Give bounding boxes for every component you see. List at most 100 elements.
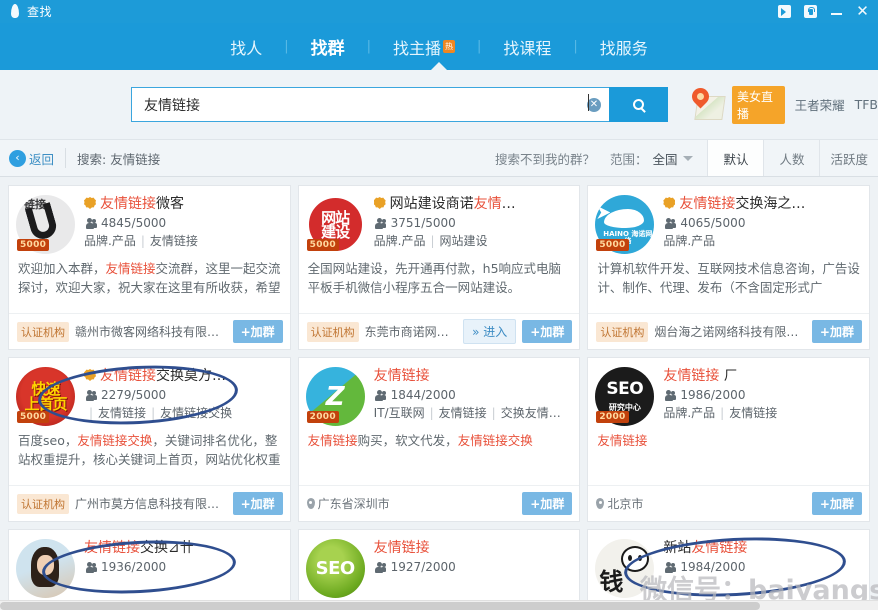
- group-title[interactable]: 友情链接交换莫方…: [84, 367, 282, 385]
- search-button[interactable]: [609, 87, 668, 122]
- member-count-value: 1984/2000: [680, 559, 745, 576]
- people-icon: [374, 562, 386, 573]
- join-group-button[interactable]: +加群: [812, 492, 862, 515]
- group-result-card[interactable]: HAINO 海诺网络 5000 友情链接交换海之… 4065/5000 品牌.产…: [587, 185, 870, 350]
- verified-icon: [84, 197, 96, 209]
- promo-tag-live[interactable]: 美女直播: [732, 86, 785, 124]
- group-title[interactable]: 友情链接交换海之…: [663, 195, 861, 213]
- nav-item-find-people[interactable]: 找人: [208, 35, 284, 59]
- tag: 网站建设: [440, 234, 488, 248]
- minimize-button[interactable]: [830, 5, 843, 18]
- member-count: 4065/5000: [663, 215, 861, 232]
- member-count-value: 1927/2000: [391, 559, 456, 576]
- tag: 友情链接: [439, 406, 487, 420]
- main-nav: 找人 | 找群 | 找主播热 | 找课程 | 找服务: [0, 23, 878, 70]
- title-highlight: 友情链接: [691, 540, 747, 556]
- scope-value[interactable]: 全国: [652, 149, 677, 168]
- group-title[interactable]: 友情链接: [374, 539, 572, 557]
- title-highlight: 友情链接: [374, 540, 430, 556]
- group-tags: 品牌.产品|友情链接: [84, 232, 282, 250]
- lock-icon[interactable]: [804, 5, 817, 18]
- group-tags: 品牌.产品: [663, 232, 861, 250]
- enter-group-button[interactable]: » 进入: [463, 319, 516, 344]
- group-result-card[interactable]: SEO 友情链接 1927/2000: [298, 529, 581, 610]
- avatar-wrap: SEO: [306, 539, 372, 598]
- clear-icon[interactable]: ✕: [587, 98, 601, 112]
- promo-link-0[interactable]: 王者荣耀: [795, 95, 845, 114]
- avatar-wrap: 钱: [595, 539, 661, 598]
- avatar-wrap: Z网络 2000: [306, 367, 372, 426]
- close-button[interactable]: ✕: [856, 5, 869, 18]
- back-label: 返回: [29, 149, 54, 168]
- map-pin-icon[interactable]: [690, 88, 722, 122]
- member-count: 2279/5000: [84, 387, 282, 404]
- group-location: 广东省深圳市: [307, 495, 517, 512]
- promo-link-1[interactable]: TFB: [855, 97, 878, 112]
- sort-tab-activity[interactable]: 活跃度: [819, 140, 878, 176]
- tag: 友情链接: [729, 406, 777, 420]
- nav-item-find-anchor[interactable]: 找主播热: [371, 35, 477, 59]
- group-result-card[interactable]: 网站建设 5000 网站建设商诺友情… 3751/5000 品牌.产品|网站建设…: [298, 185, 581, 350]
- card-footer: 认证机构 东莞市商诺网络… » 进入 +加群: [299, 313, 580, 349]
- group-result-card[interactable]: Z网络 2000 友情链接 1844/2000 IT/互联网|友情链接|交换友情…: [298, 357, 581, 522]
- search-input[interactable]: 友情链接 ✕: [131, 87, 609, 122]
- group-tags: 品牌.产品|网站建设: [374, 232, 572, 250]
- card-footer: 认证机构 烟台海之诺网络科技有限公司 +加群: [588, 313, 869, 349]
- cannot-find-group-link[interactable]: 搜索不到我的群？: [495, 149, 595, 168]
- join-group-button[interactable]: +加群: [233, 492, 283, 515]
- promo-area: 美女直播 王者荣耀 TFB: [690, 86, 878, 124]
- verified-icon: [663, 197, 675, 209]
- group-title[interactable]: 友情链接: [374, 367, 572, 385]
- message-icon[interactable]: [778, 5, 791, 18]
- tag: 品牌.产品: [374, 234, 426, 248]
- group-result-card[interactable]: 钱 新站友情链接 1984/2000: [587, 529, 870, 610]
- group-title[interactable]: 新站友情链接: [663, 539, 861, 557]
- cert-badge: 认证机构: [17, 494, 69, 514]
- window-title: 查找: [27, 3, 52, 20]
- search-zone: 友情链接 ✕ 美女直播 王者荣耀 TFB: [0, 70, 878, 140]
- sort-tab-member-count[interactable]: 人数: [763, 140, 819, 176]
- nav-item-find-group[interactable]: 找群: [289, 34, 367, 59]
- cert-name: 烟台海之诺网络科技有限公司: [654, 323, 806, 340]
- group-description: 计算机软件开发、互联网技术信息咨询，广告设计、制作、代理、发布（不含固定形式广告…: [588, 254, 869, 298]
- people-icon: [374, 390, 386, 401]
- group-result-card[interactable]: 快速上首页 5000 友情链接交换莫方… 2279/5000 |友情链接|友情链…: [8, 357, 291, 522]
- group-description: 友情链接购买，软文代发，友情链接交换: [299, 426, 580, 450]
- join-group-button[interactable]: +加群: [522, 492, 572, 515]
- sort-tab-default[interactable]: 默认: [707, 140, 763, 176]
- verified-icon: [374, 197, 386, 209]
- people-icon: [663, 390, 675, 401]
- back-button[interactable]: ‹ 返回: [9, 149, 54, 168]
- member-count: 1844/2000: [374, 387, 572, 404]
- nav-label: 找主播: [393, 39, 441, 58]
- join-group-button[interactable]: +加群: [522, 320, 572, 343]
- group-title[interactable]: 友情链接交换⊿卄: [84, 539, 282, 557]
- group-title[interactable]: 网站建设商诺友情…: [374, 195, 572, 213]
- nav-item-find-service[interactable]: 找服务: [578, 35, 670, 59]
- back-arrow-icon: ‹: [9, 150, 26, 167]
- avatar-wrap: HAINO 海诺网络 5000: [595, 195, 661, 254]
- title-highlight: 友情链接: [679, 196, 735, 212]
- people-icon: [374, 218, 386, 229]
- join-group-button[interactable]: +加群: [233, 320, 283, 343]
- join-group-button[interactable]: +加群: [812, 320, 862, 343]
- tag: 品牌.产品: [663, 234, 715, 248]
- group-result-card[interactable]: SEO研究中心 2000 友情链接 ㄏ 1986/2000 品牌.产品|友情链接…: [587, 357, 870, 522]
- card-footer: 认证机构 广州市莫方信息科技有限责… +加群: [9, 485, 290, 521]
- capacity-badge: 5000: [17, 411, 49, 423]
- group-title[interactable]: 友情链接微客: [84, 195, 282, 213]
- horizontal-scrollbar[interactable]: [0, 600, 878, 610]
- scrollbar-thumb[interactable]: [0, 602, 760, 610]
- people-icon: [84, 390, 96, 401]
- group-title[interactable]: 友情链接 ㄏ: [663, 367, 861, 385]
- group-result-card[interactable]: 友情链接交换⊿卄 1936/2000: [8, 529, 291, 610]
- capacity-badge: 5000: [307, 239, 339, 251]
- nav-item-find-course[interactable]: 找课程: [481, 35, 573, 59]
- tag: 品牌.产品: [663, 406, 715, 420]
- avatar: [16, 539, 75, 598]
- location-value: 北京市: [607, 495, 643, 512]
- people-icon: [663, 218, 675, 229]
- chevron-down-icon[interactable]: [683, 156, 693, 161]
- group-result-card[interactable]: 链接 5000 友情链接微客 4845/5000 品牌.产品|友情链接 欢迎加入…: [8, 185, 291, 350]
- avatar-wrap: SEO研究中心 2000: [595, 367, 661, 426]
